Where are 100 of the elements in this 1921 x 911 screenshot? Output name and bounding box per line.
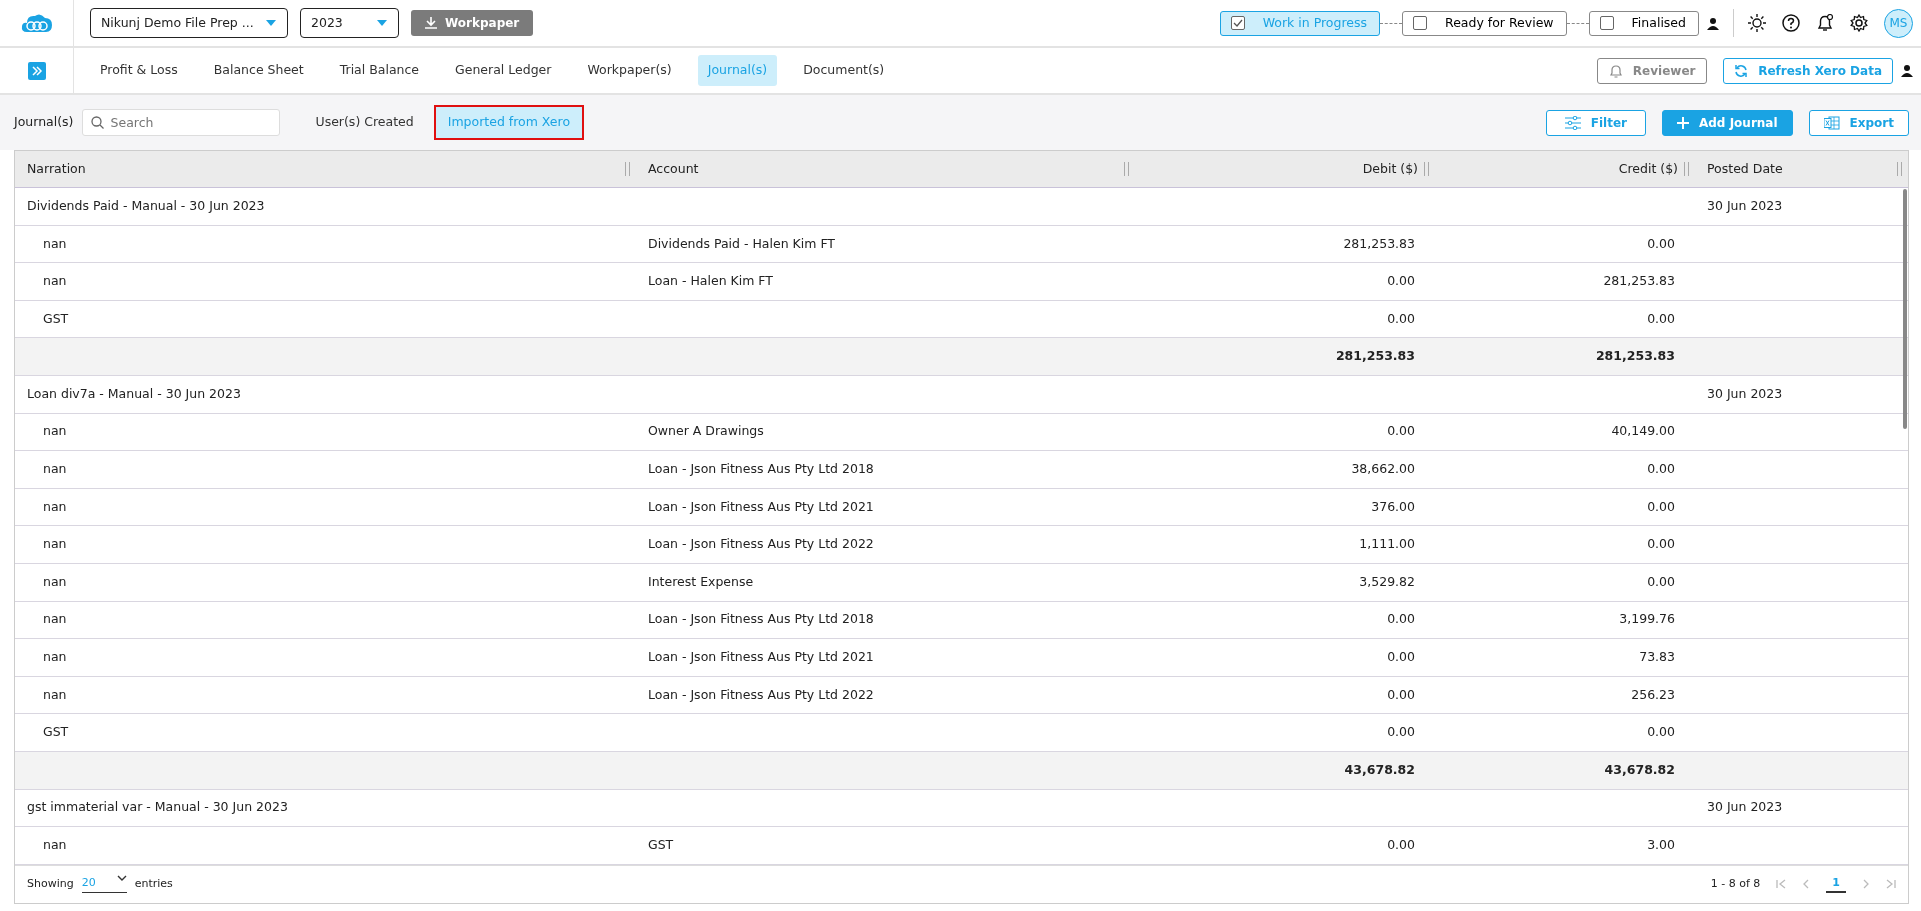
client-select[interactable]: Nikunj Demo File Prep ... [90,8,288,38]
plus-icon [1677,116,1689,129]
status-step[interactable]: Finalised [1588,10,1699,36]
settings-icon[interactable] [1850,14,1868,32]
table-cell: 376.00 [1371,498,1415,514]
table-cell: GST [43,724,69,740]
chevron-down-icon [116,875,127,883]
table-cell: 281,253.83 [1603,273,1675,289]
table-cell: Loan - Json Fitness Aus Pty Ltd 2018 [648,611,874,627]
checkbox[interactable] [1413,16,1428,30]
table-cell: Dividends Paid - Halen Kim FT [648,235,835,251]
sub-tab[interactable]: User(s) Created [303,106,426,139]
table-cell: 30 Jun 2023 [1707,197,1783,213]
status-step[interactable]: Ready for Review [1402,10,1567,36]
help-icon[interactable] [1782,14,1800,32]
table-cell: nan [43,573,67,589]
next-page-icon[interactable] [1862,879,1870,890]
table-cell: 0.00 [1387,310,1415,326]
table-cell: 3.00 [1647,837,1675,852]
table-cell: Owner A Drawings [648,423,764,439]
column-header[interactable]: Debit ($) [1362,159,1418,179]
nav-tab[interactable]: Balance Sheet [203,55,314,86]
resize-handle[interactable] [1684,162,1689,176]
table-cell: Loan - Json Fitness Aus Pty Ltd 2021 [648,649,874,665]
user-icon [1901,64,1913,77]
table-cell: 0.00 [1387,273,1415,289]
download-icon [425,17,437,29]
table-cell: nan [43,837,67,852]
table-cell: 30 Jun 2023 [1707,385,1783,401]
page-range: 1 - 8 of 8 [1710,875,1761,892]
table-cell: 0.00 [1647,235,1675,251]
table-cell: 43,678.82 [1604,761,1675,777]
last-page-icon[interactable] [1886,879,1896,890]
column-header[interactable]: Credit ($) [1618,159,1678,179]
column-header[interactable]: Narration [27,159,86,179]
scrollbar[interactable] [1903,189,1907,429]
column-header[interactable]: Posted Date [1707,159,1783,179]
table-cell: 38,662.00 [1351,461,1415,477]
resize-handle[interactable] [1124,162,1129,176]
table-cell: Dividends Paid - Manual - 30 Jun 2023 [27,197,265,213]
bell-icon [1608,63,1623,78]
table-cell: Loan - Json Fitness Aus Pty Ltd 2018 [648,461,874,477]
table-cell: 256.23 [1631,686,1675,702]
table-cell: nan [43,273,67,289]
table-cell: 30 Jun 2023 [1707,799,1783,815]
table-cell: 0.00 [1387,686,1415,702]
table-cell: 0.00 [1387,423,1415,439]
table-cell: 3,529.82 [1359,573,1415,589]
table-cell: 0.00 [1387,837,1415,852]
table-cell: Loan - Json Fitness Aus Pty Ltd 2021 [648,498,874,514]
table-cell: 0.00 [1647,573,1675,589]
previous-page-icon[interactable] [1802,879,1811,890]
table-cell: 0.00 [1647,724,1675,740]
checkbox[interactable] [1230,16,1245,30]
nav-tab[interactable]: Profit & Loss [90,55,188,86]
table-cell: nan [43,498,67,514]
table-cell: GST [648,837,674,852]
first-page-icon[interactable] [1776,879,1787,890]
table-cell: 73.83 [1639,649,1675,665]
table-cell: nan [43,536,67,552]
entries-label: entries [134,875,173,892]
table-cell: 1,111.00 [1359,536,1415,552]
table-cell: Loan - Json Fitness Aus Pty Ltd 2022 [648,686,874,702]
table-cell: nan [43,461,67,477]
table-cell: 0.00 [1387,611,1415,627]
table-cell: Loan - Halen Kim FT [648,273,773,289]
year-select[interactable]: 2023 [300,8,399,38]
table-cell: Loan - Json Fitness Aus Pty Ltd 2022 [648,536,874,552]
search-icon [90,116,104,129]
toolbar-label: Journal(s) [14,113,74,132]
table-cell: 40,149.00 [1611,423,1675,439]
table-cell: Loan div7a - Manual - 30 Jun 2023 [27,385,241,401]
table-cell: 281,253.83 [1595,348,1675,364]
resize-handle[interactable] [1424,162,1429,176]
workpaper-button[interactable]: Workpaper [411,10,534,36]
sun-icon[interactable] [1748,14,1766,32]
table-cell: 43,678.82 [1344,761,1415,777]
reviewer-button[interactable]: Reviewer [1597,57,1708,84]
checkbox[interactable] [1599,16,1614,30]
table-cell: nan [43,611,67,627]
nav-tab[interactable]: Document(s) [793,55,895,86]
table-cell: nan [43,686,67,702]
caret-icon [265,19,277,27]
resize-handle[interactable] [1897,162,1902,176]
caret-icon [376,19,388,27]
spreadsheet-icon [1823,115,1840,130]
table-cell: GST [43,310,69,326]
nav-tab[interactable]: Trial Balance [329,55,430,86]
refresh-icon [1734,63,1749,78]
bell-icon[interactable] [1816,14,1834,32]
showing-label: Showing [27,875,74,892]
expand-icon[interactable] [27,61,46,80]
table-cell: 0.00 [1647,310,1675,326]
resize-handle[interactable] [625,162,630,176]
search-field[interactable]: Search [81,109,280,136]
nav-tab[interactable]: Workpaper(s) [577,55,682,86]
sliders-icon [1564,115,1581,130]
table-cell: 281,253.83 [1343,235,1415,251]
column-header[interactable]: Account [648,159,699,179]
nav-tab[interactable]: General Ledger [445,55,562,86]
